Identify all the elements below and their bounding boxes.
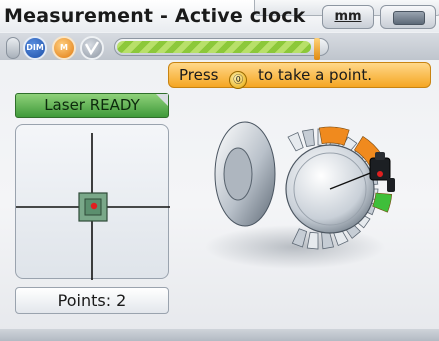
fin bbox=[301, 128, 315, 147]
motor-icon-label: M bbox=[60, 43, 68, 52]
battery-button[interactable] bbox=[380, 5, 436, 29]
progress-marker bbox=[314, 38, 320, 60]
points-counter: Points: 2 bbox=[15, 287, 169, 314]
laser-spot bbox=[90, 202, 98, 210]
fin bbox=[287, 131, 304, 152]
hint-suffix: to take a point. bbox=[258, 66, 373, 84]
verify-glyph bbox=[84, 41, 100, 56]
instruction-hint: Press ⓪ to take a point. bbox=[168, 62, 431, 89]
laser-status-label: Laser READY bbox=[44, 96, 140, 114]
measurement-progress-bar bbox=[114, 38, 329, 56]
badge-corner-decor bbox=[156, 94, 168, 106]
motor-icon[interactable]: M bbox=[52, 36, 76, 60]
coupling-clock-graphic bbox=[205, 121, 395, 269]
active-point-segment bbox=[372, 192, 393, 213]
unit-toggle-button[interactable]: mm bbox=[322, 5, 374, 29]
battery-icon bbox=[393, 11, 425, 25]
screen-title: Measurement - Active clock bbox=[4, 5, 306, 27]
laser-target-view bbox=[15, 124, 170, 280]
sensor-top bbox=[375, 152, 385, 160]
hint-prefix: Press bbox=[179, 66, 219, 84]
motor-hub bbox=[223, 147, 253, 201]
verify-icon[interactable] bbox=[80, 36, 104, 60]
taken-point-segment bbox=[318, 126, 350, 146]
title-bar: Measurement - Active clock mm bbox=[0, 0, 439, 32]
progress-fill bbox=[117, 41, 311, 53]
back-scroll-icon[interactable] bbox=[6, 37, 20, 59]
bottom-bar bbox=[0, 329, 439, 341]
laser-status-badge[interactable]: Laser READY bbox=[15, 93, 169, 118]
unit-label: mm bbox=[334, 9, 362, 24]
dim-icon-label: DIM bbox=[26, 43, 44, 52]
ok-key-icon: ⓪ bbox=[229, 71, 248, 89]
sensor-led bbox=[377, 171, 383, 177]
dim-icon[interactable]: DIM bbox=[23, 36, 47, 60]
crosshair-graphic bbox=[16, 133, 170, 280]
sensor-bracket bbox=[387, 178, 395, 192]
